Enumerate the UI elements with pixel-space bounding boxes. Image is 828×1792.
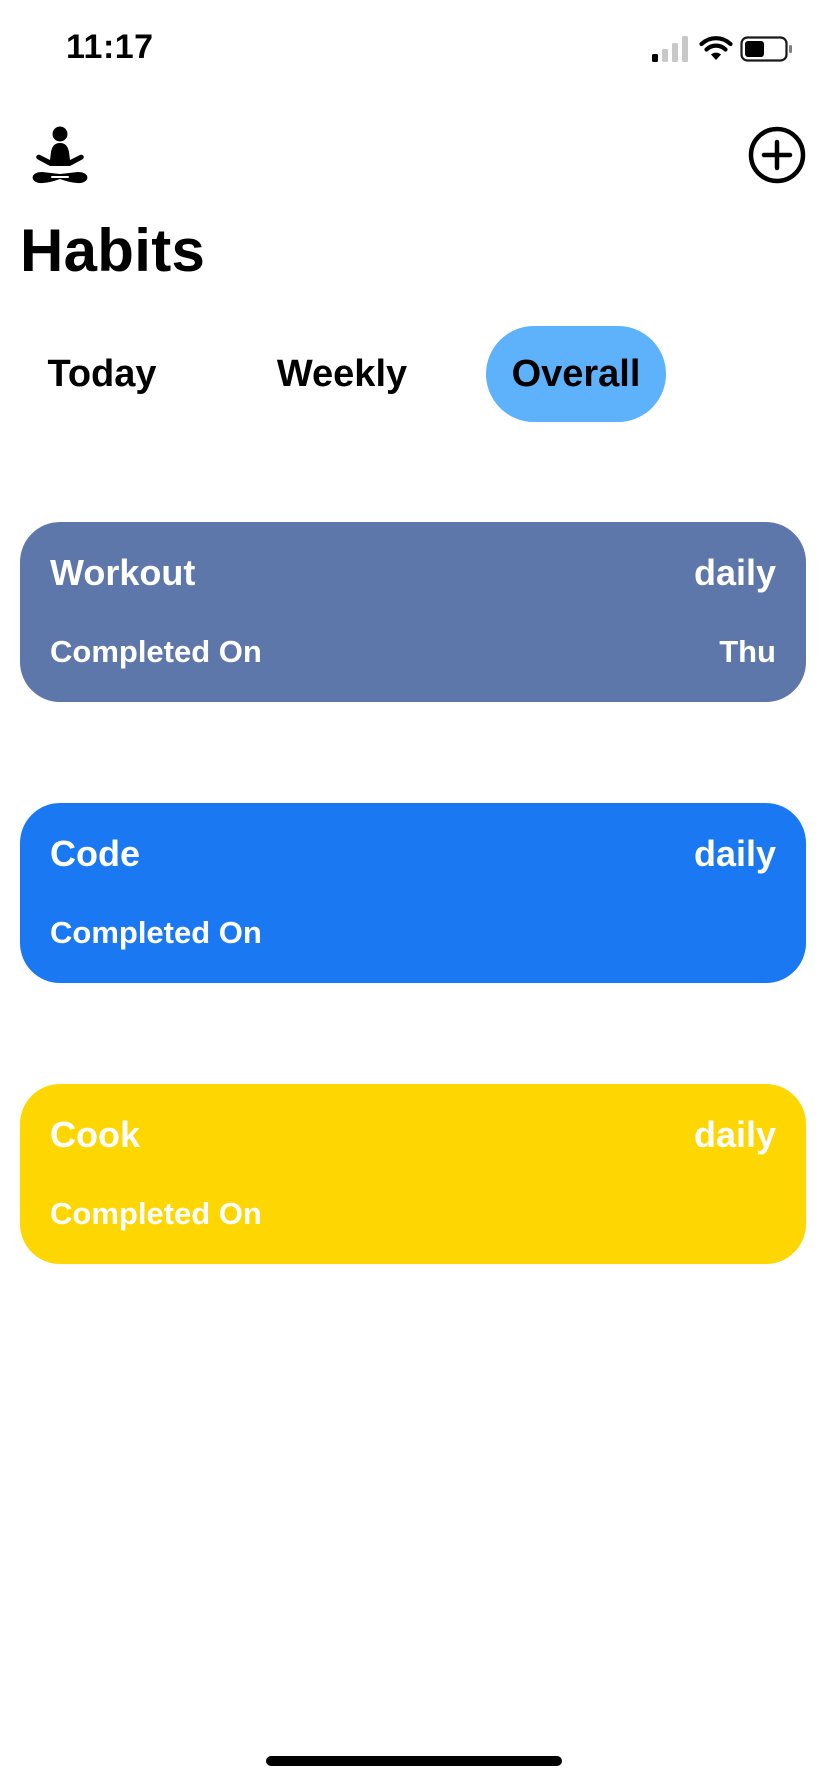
tab-overall[interactable]: Overall bbox=[486, 326, 666, 422]
segmented-tabs: Today Weekly Overall bbox=[0, 326, 828, 422]
completed-label: Completed On bbox=[50, 634, 262, 669]
habit-frequency: daily bbox=[693, 833, 776, 874]
habit-card-cook[interactable]: Cook daily Completed On bbox=[20, 1084, 806, 1264]
habit-name: Cook bbox=[50, 1114, 140, 1155]
cellular-signal-icon bbox=[652, 36, 688, 62]
completed-label: Completed On bbox=[50, 915, 262, 950]
page-title: Habits bbox=[20, 217, 206, 284]
completed-label: Completed On bbox=[50, 1196, 262, 1231]
habit-card-workout[interactable]: Workout daily Completed On Thu bbox=[20, 522, 806, 702]
battery-icon bbox=[740, 36, 792, 62]
completed-value: Thu bbox=[719, 634, 776, 669]
habit-frequency: daily bbox=[693, 552, 776, 593]
status-time: 11:17 bbox=[66, 28, 154, 66]
home-indicator[interactable] bbox=[266, 1756, 562, 1766]
status-bar: 11:17 bbox=[0, 0, 828, 100]
habit-frequency: daily bbox=[693, 1114, 776, 1155]
tab-weekly[interactable]: Weekly bbox=[252, 326, 432, 422]
tab-today[interactable]: Today bbox=[22, 326, 182, 422]
habit-name: Workout bbox=[50, 552, 196, 593]
wifi-icon bbox=[699, 36, 733, 60]
habit-card-code[interactable]: Code daily Completed On bbox=[20, 803, 806, 983]
meditation-figure-icon bbox=[32, 126, 88, 184]
add-habit-button[interactable] bbox=[748, 126, 806, 184]
habit-name: Code bbox=[50, 833, 140, 874]
